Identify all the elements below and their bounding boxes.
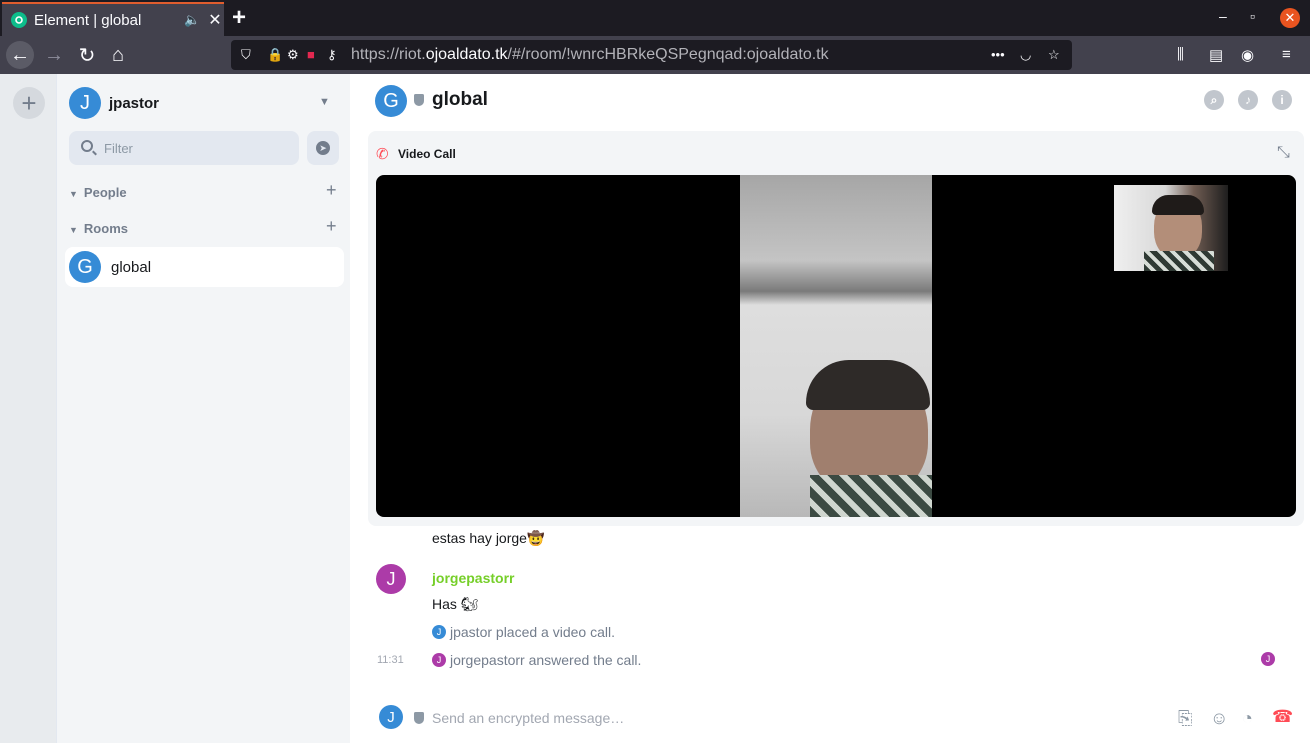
filter-placeholder: Filter: [104, 141, 133, 156]
chevron-down-icon: ▼: [69, 225, 78, 235]
remote-hair: [806, 360, 930, 410]
event-text: jorgepastorr answered the call.: [450, 652, 642, 668]
close-tab-icon[interactable]: ✕: [208, 10, 221, 30]
call-event: J jpastor placed a video call.: [432, 624, 615, 640]
user-name[interactable]: jpastor: [109, 95, 159, 112]
page-actions-icon[interactable]: •••: [991, 47, 1005, 62]
camera-in-use-icon[interactable]: ■: [307, 47, 315, 62]
minimize-window-icon[interactable]: –: [1219, 8, 1227, 24]
room-avatar: G: [69, 251, 101, 283]
chevron-down-icon[interactable]: ▼: [319, 96, 330, 108]
local-scarf: [1144, 251, 1214, 271]
video-feed[interactable]: [376, 175, 1296, 517]
url-text[interactable]: https://riot.ojoaldato.tk/#/room/!wnrcHB…: [351, 46, 829, 64]
phone-icon: ✆: [376, 146, 389, 163]
composer-avatar: J: [379, 705, 403, 729]
search-icon[interactable]: ⌕: [1204, 90, 1224, 110]
emoji-icon[interactable]: ☺: [1210, 708, 1228, 729]
search-icon: [81, 140, 93, 152]
key-icon[interactable]: ⚷: [327, 47, 337, 63]
message-timestamp: 11:31: [377, 654, 404, 666]
sticker-icon[interactable]: ◔: [1242, 708, 1253, 729]
tab-title: Element | global: [34, 11, 142, 29]
pocket-icon[interactable]: ◡: [1020, 47, 1031, 63]
close-window-button[interactable]: ✕: [1280, 8, 1300, 28]
maximize-window-icon[interactable]: ▫: [1250, 8, 1255, 24]
read-receipt-avatar[interactable]: J: [1261, 652, 1275, 666]
reload-button[interactable]: ↻: [73, 41, 101, 69]
call-label: Video Call: [398, 147, 456, 161]
speaker-icon[interactable]: 🔈: [184, 12, 200, 28]
encryption-shield-icon: [414, 712, 424, 724]
user-avatar[interactable]: J: [69, 87, 101, 119]
local-hair: [1152, 195, 1204, 215]
room-name: global: [111, 259, 152, 276]
browser-tab-bar: Element | global 🔈 ✕ + – ▫ ✕: [0, 0, 1310, 36]
message-body: estas hay jorge🤠: [432, 530, 545, 546]
add-room-button[interactable]: +: [326, 216, 337, 237]
element-app: + J jpastor ▼ Filter ➤ ▼ People + ▼ Rooms …: [0, 74, 1310, 743]
lock-icon[interactable]: 🔒: [267, 47, 283, 63]
menu-icon[interactable]: ≡: [1282, 46, 1291, 63]
call-view: ✆ Video Call ⤡: [368, 131, 1304, 526]
tracking-shield-icon[interactable]: ⛉: [241, 47, 251, 63]
room-info-icon[interactable]: i: [1272, 90, 1292, 110]
home-button[interactable]: ⌂: [104, 41, 132, 69]
room-title[interactable]: global: [432, 89, 488, 111]
event-avatar: J: [432, 653, 446, 667]
forward-button[interactable]: →: [40, 41, 68, 69]
filter-input[interactable]: Filter: [69, 131, 299, 165]
encryption-shield-icon: [414, 94, 424, 106]
hangup-icon[interactable]: ☎: [1272, 707, 1293, 727]
create-space-button[interactable]: +: [13, 87, 45, 119]
fullscreen-icon[interactable]: ⤡: [1277, 144, 1290, 162]
space-panel: +: [0, 74, 57, 743]
sidebar-icon[interactable]: ▤: [1209, 46, 1223, 64]
add-people-button[interactable]: +: [326, 180, 337, 201]
local-video-feed[interactable]: [1114, 185, 1228, 271]
section-header-rooms[interactable]: ▼ Rooms: [69, 221, 128, 236]
sender-avatar[interactable]: J: [376, 564, 406, 594]
message-body: Has 🐿: [432, 596, 479, 612]
new-tab-button[interactable]: +: [232, 4, 246, 32]
permissions-icon[interactable]: ⚙: [287, 47, 299, 63]
element-favicon-icon: [11, 12, 27, 28]
remote-video-feed: [740, 175, 932, 517]
room-tile-global[interactable]: G global: [65, 247, 344, 287]
remote-scarf: [810, 475, 932, 517]
room-view: G global ⌕ ♪ i ✆ Video Call ⤡ estas hay …: [350, 74, 1310, 743]
explore-rooms-button[interactable]: ➤: [307, 131, 339, 165]
library-icon[interactable]: ⫼: [1177, 46, 1184, 63]
room-header-avatar[interactable]: G: [375, 85, 407, 117]
section-header-people[interactable]: ▼ People: [69, 185, 127, 200]
event-text: jpastor placed a video call.: [450, 624, 615, 640]
sender-name[interactable]: jorgepastorr: [432, 570, 514, 586]
url-bar[interactable]: ⛉ 🔒 ⚙ ■ ⚷ https://riot.ojoaldato.tk/#/ro…: [231, 40, 1072, 70]
browser-tab[interactable]: Element | global 🔈 ✕: [2, 2, 224, 36]
notifications-bell-icon[interactable]: ♪: [1238, 90, 1258, 110]
bookmark-star-icon[interactable]: ☆: [1048, 47, 1060, 63]
attachment-icon[interactable]: ⎘: [1178, 708, 1192, 729]
browser-nav-bar: ← → ↻ ⌂ ⛉ 🔒 ⚙ ■ ⚷ https://riot.ojoaldato…: [0, 36, 1310, 74]
call-event: J jorgepastorr answered the call.: [432, 652, 641, 668]
account-icon[interactable]: ◉: [1241, 46, 1254, 64]
compass-icon: ➤: [316, 141, 330, 155]
chevron-down-icon: ▼: [69, 189, 78, 199]
event-avatar: J: [432, 625, 446, 639]
message-composer[interactable]: Send an encrypted message…: [432, 710, 624, 726]
room-list-panel: J jpastor ▼ Filter ➤ ▼ People + ▼ Rooms + …: [57, 74, 350, 743]
back-button[interactable]: ←: [6, 41, 34, 69]
